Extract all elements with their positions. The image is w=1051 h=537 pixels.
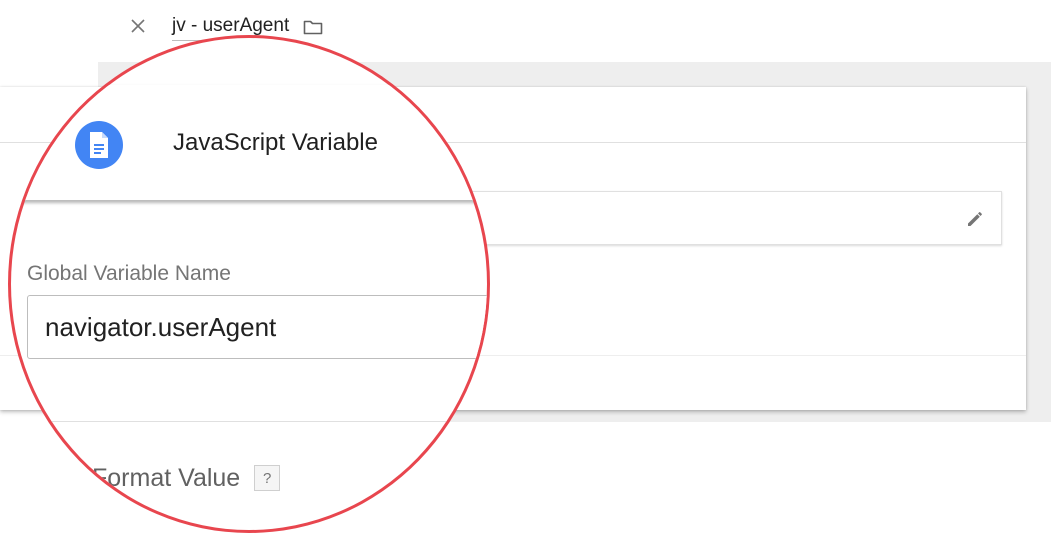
edit-type-button[interactable] [963,207,987,231]
format-value-label: Format Value [92,463,241,492]
folder-icon [303,20,323,35]
format-value-toggle[interactable]: Format Value ? [92,462,281,494]
close-icon [131,19,145,33]
variable-type-name: JavaScript Variable [173,129,378,156]
global-variable-name-label: Global Variable Name [27,262,231,285]
close-button[interactable] [124,12,152,40]
magnified-content: JavaScript Variable Global Variable Name… [11,38,487,530]
global-variable-name-input[interactable] [27,295,487,359]
document-icon [75,121,123,169]
folder-button[interactable] [301,15,325,39]
section-divider [11,421,487,422]
header-bottom-line [24,200,487,201]
pencil-icon [968,212,982,226]
help-icon[interactable]: ? [254,465,281,491]
magnifier-highlight-circle: JavaScript Variable Global Variable Name… [8,35,490,533]
